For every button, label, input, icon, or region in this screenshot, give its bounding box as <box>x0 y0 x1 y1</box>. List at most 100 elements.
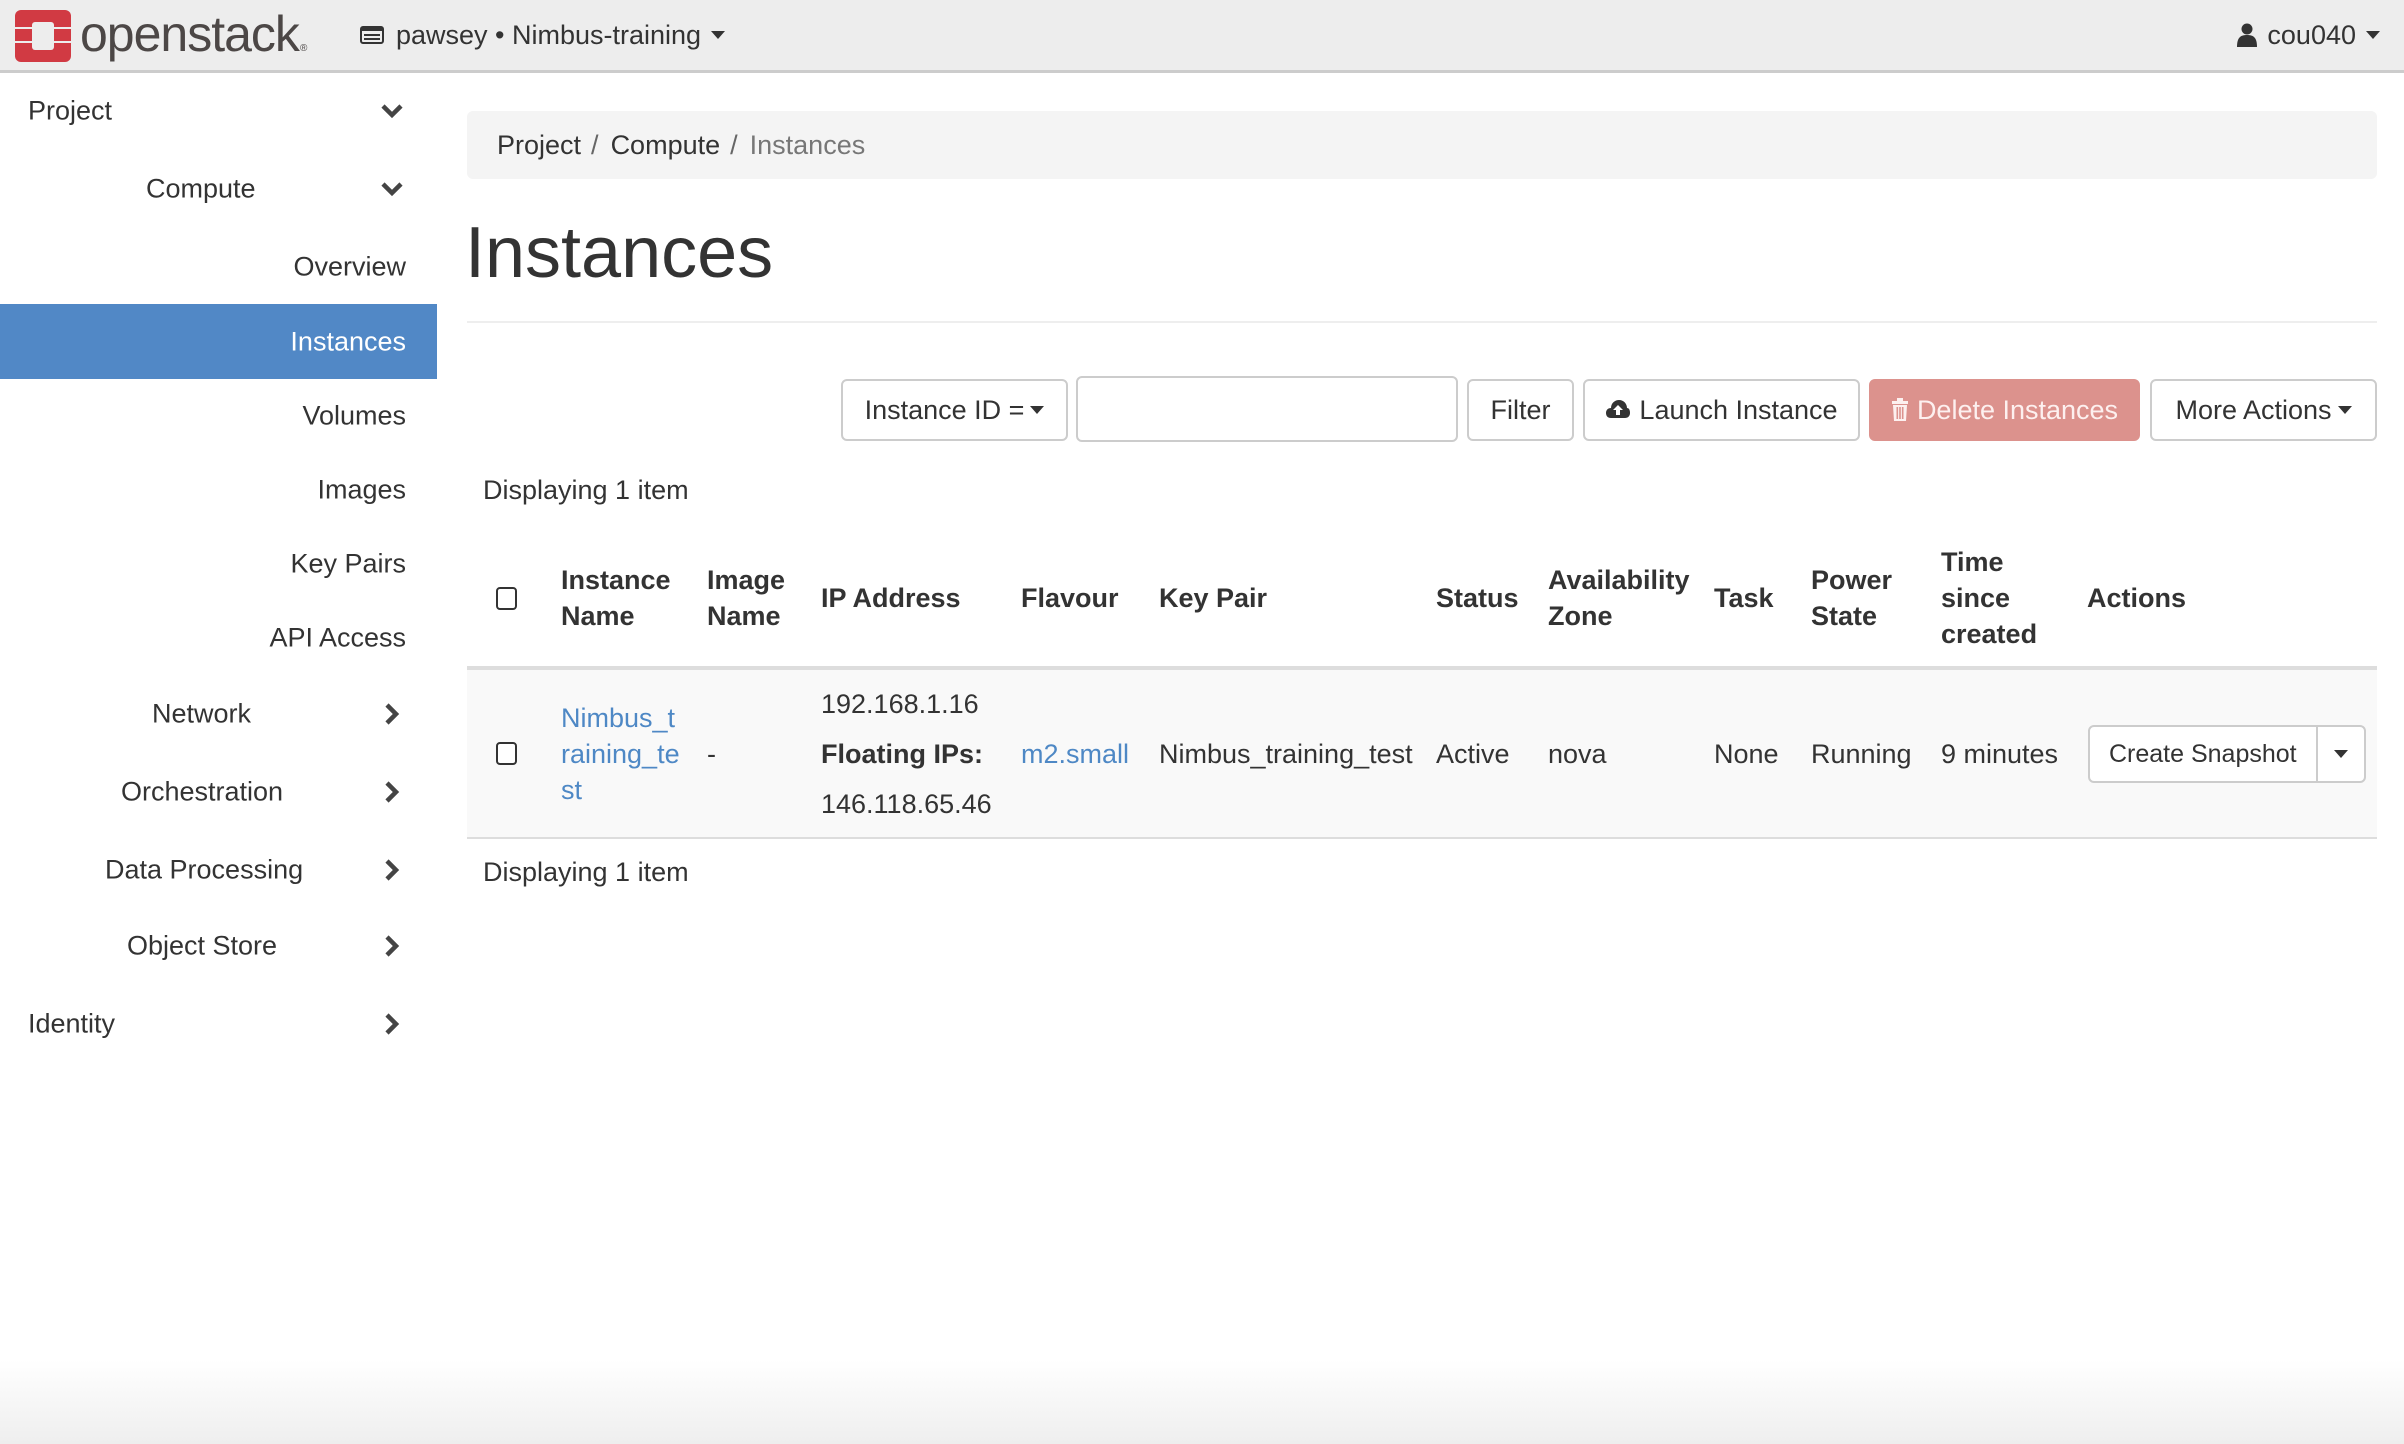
row-actions-split-button: Create Snapshot <box>2088 725 2366 783</box>
sidebar-item-key-pairs[interactable]: Key Pairs <box>0 526 437 601</box>
column-header-actions: Actions <box>2087 580 2186 616</box>
sidebar-item-label: Project <box>28 95 113 125</box>
caret-down-icon <box>711 31 726 39</box>
availability-zone-cell: nova <box>1548 738 1607 769</box>
sidebar-item-identity[interactable]: Identity <box>0 986 437 1061</box>
sidebar-item-orchestration[interactable]: Orchestration <box>0 754 437 829</box>
filter-button-label: Filter <box>1490 394 1551 425</box>
header-line: Time <box>1941 547 2004 577</box>
chevron-right-icon <box>385 934 400 957</box>
brand-logo-text[interactable]: openstack® <box>80 2 307 81</box>
header-line: State <box>1811 601 1878 631</box>
column-header-task[interactable]: Task <box>1714 580 1774 616</box>
registered-mark: ® <box>299 43 307 54</box>
more-actions-label: More Actions <box>2175 394 2332 425</box>
sidebar-item-images[interactable]: Images <box>0 452 437 527</box>
instance-name-line: st <box>561 774 583 805</box>
column-header-availability-zone[interactable]: Availability Zone <box>1548 562 1690 634</box>
column-header-power-state[interactable]: Power State <box>1811 562 1892 634</box>
row-actions-dropdown-toggle[interactable] <box>2318 727 2364 781</box>
header-line: Status <box>1436 583 1519 613</box>
breadcrumb-project[interactable]: Project <box>497 130 581 161</box>
sidebar-item-label: Volumes <box>302 400 406 430</box>
header-line: Task <box>1714 583 1774 613</box>
power-state-cell: Running <box>1811 738 1912 769</box>
user-menu[interactable]: cou040 <box>2237 16 2380 54</box>
username: cou040 <box>2267 19 2356 50</box>
ip-address-cell: 192.168.1.16 Floating IPs: 146.118.65.46 <box>821 679 992 829</box>
filter-field-label: Instance ID = <box>864 394 1025 425</box>
sidebar-item-data-processing[interactable]: Data Processing <box>0 832 437 907</box>
sidebar-item-network[interactable]: Network <box>0 676 437 751</box>
task-cell: None <box>1714 738 1779 769</box>
breadcrumb-separator: / <box>591 129 599 160</box>
sidebar-item-label: Compute <box>146 173 256 203</box>
column-header-flavour[interactable]: Flavour <box>1021 580 1119 616</box>
chevron-down-icon <box>381 103 403 118</box>
chevron-right-icon <box>385 780 400 803</box>
sidebar-item-label: Network <box>152 698 252 728</box>
delete-instances-button[interactable]: Delete Instances <box>1869 379 2140 441</box>
openstack-logo-icon[interactable] <box>15 10 71 62</box>
breadcrumb-compute[interactable]: Compute <box>611 130 721 161</box>
sidebar-item-api-access[interactable]: API Access <box>0 600 437 675</box>
window-bottom-shadow <box>0 1360 2404 1444</box>
user-icon <box>2237 23 2258 47</box>
header-line: Key Pair <box>1159 583 1268 613</box>
chevron-right-icon <box>385 702 400 725</box>
sidebar-item-label: Key Pairs <box>290 548 406 578</box>
sidebar-item-volumes[interactable]: Volumes <box>0 378 437 453</box>
sidebar-item-label: API Access <box>269 622 406 652</box>
sidebar-item-object-store[interactable]: Object Store <box>0 908 437 983</box>
project-switcher[interactable]: pawsey • Nimbus-training <box>360 16 726 54</box>
header-line: since <box>1941 583 2011 613</box>
sidebar-item-compute[interactable]: Compute <box>0 151 437 226</box>
project-switcher-label: pawsey • Nimbus-training <box>396 19 702 50</box>
row-select-checkbox[interactable] <box>496 742 517 765</box>
sidebar-item-project[interactable]: Project <box>0 73 437 148</box>
header-line: Image <box>707 565 786 595</box>
caret-down-icon <box>2333 750 2348 758</box>
column-header-status[interactable]: Status <box>1436 580 1519 616</box>
fixed-ip: 192.168.1.16 <box>821 688 979 719</box>
header-line: Zone <box>1548 601 1613 631</box>
header-line: created <box>1941 619 2038 649</box>
header-line: Instance <box>561 565 671 595</box>
select-all-checkbox[interactable] <box>496 587 517 610</box>
chevron-down-icon <box>381 181 403 196</box>
breadcrumb-separator: / <box>730 129 738 160</box>
launch-instance-button[interactable]: Launch Instance <box>1583 379 1860 441</box>
sidebar-item-label: Orchestration <box>121 776 284 806</box>
column-header-image-name[interactable]: Image Name <box>707 562 785 634</box>
more-actions-button[interactable]: More Actions <box>2150 379 2377 441</box>
column-header-instance-name[interactable]: Instance Name <box>561 562 671 634</box>
sidebar-item-label: Images <box>317 474 406 504</box>
sidebar-item-label: Data Processing <box>105 854 304 884</box>
table-row: Nimbus_t raining_te st - 192.168.1.16 Fl… <box>467 670 2377 839</box>
time-since-created-cell: 9 minutes <box>1941 738 2059 769</box>
instance-name-link[interactable]: Nimbus_t raining_te st <box>561 700 680 808</box>
header-line: IP Address <box>821 583 961 613</box>
create-snapshot-button[interactable]: Create Snapshot <box>2090 727 2318 781</box>
item-count-bottom: Displaying 1 item <box>483 857 689 887</box>
sidebar-item-label: Overview <box>293 251 406 281</box>
header-line: Actions <box>2087 583 2187 613</box>
sidebar-item-instances[interactable]: Instances <box>0 304 437 379</box>
header-line: Availability <box>1548 565 1690 595</box>
caret-down-icon <box>2337 406 2352 414</box>
column-header-key-pair[interactable]: Key Pair <box>1159 580 1267 616</box>
filter-field-dropdown[interactable]: Instance ID = <box>841 379 1068 441</box>
filter-input[interactable] <box>1076 376 1458 442</box>
floating-ips-label: Floating IPs: <box>821 738 983 769</box>
sidebar-item-label: Object Store <box>127 930 278 960</box>
instance-name-line: Nimbus_t <box>561 702 676 733</box>
flavour-link[interactable]: m2.small <box>1021 736 1129 772</box>
column-header-ip-address[interactable]: IP Address <box>821 580 961 616</box>
column-header-time-since-created[interactable]: Time since created <box>1941 544 2037 652</box>
status-cell: Active <box>1436 738 1510 769</box>
header-line: Name <box>707 601 781 631</box>
sidebar-item-overview[interactable]: Overview <box>0 229 437 304</box>
instances-table-header: Instance Name Image Name IP Address Flav… <box>467 530 2377 670</box>
filter-button[interactable]: Filter <box>1467 379 1574 441</box>
trash-icon <box>1891 398 1908 421</box>
